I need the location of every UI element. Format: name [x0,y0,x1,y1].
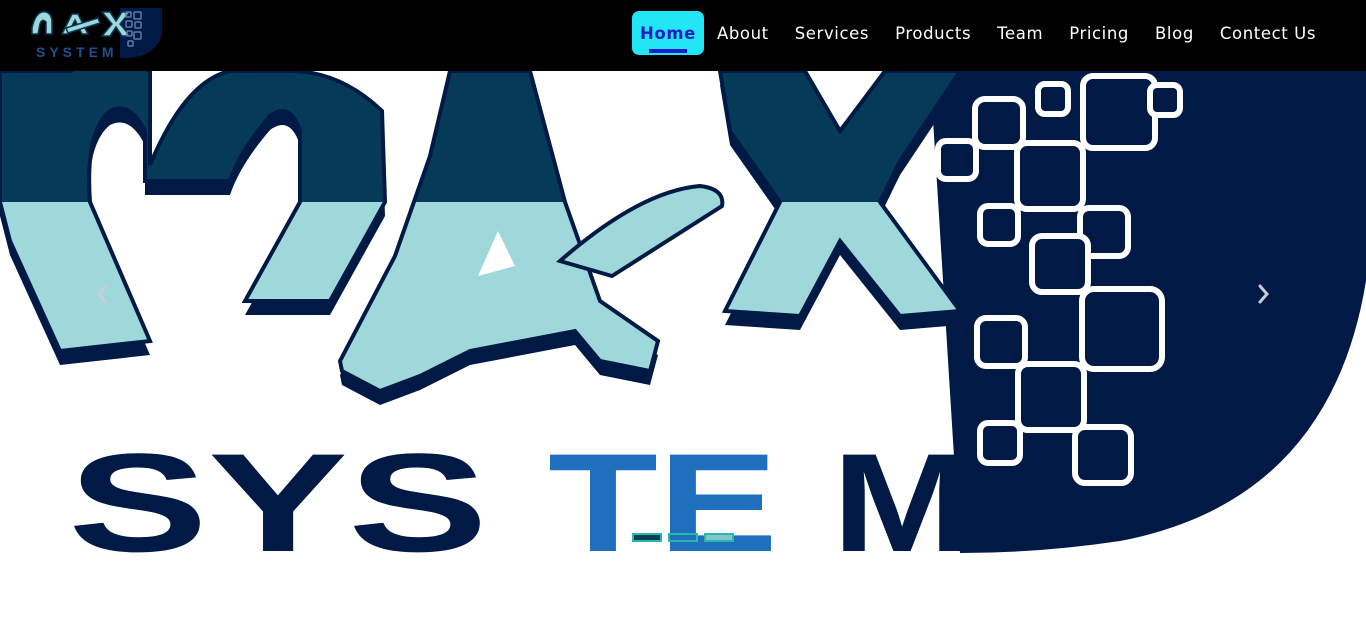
svg-text:SYS: SYS [68,424,488,553]
nav-pricing-label: Pricing [1069,23,1130,43]
navbar: SYSTEM Home About Services Products Team… [0,0,1366,71]
hero-logo-image: SYS TE M [0,71,1366,553]
svg-text:M: M [832,424,972,553]
chevron-right-icon [1258,284,1269,304]
nav-blog[interactable]: Blog [1142,11,1207,55]
carousel-prev-button[interactable] [72,271,132,317]
nav-menu: Home About Services Products Team Pricin… [632,11,1329,55]
nav-products[interactable]: Products [882,11,984,55]
brand-text: SYSTEM [36,44,118,60]
nav-products-label: Products [895,23,972,43]
carousel-next-button[interactable] [1234,271,1294,317]
nav-team[interactable]: Team [984,11,1056,55]
nav-home-label: Home [640,23,696,43]
carousel-indicators [632,533,734,542]
nav-about[interactable]: About [704,11,782,55]
nav-blog-label: Blog [1155,23,1194,43]
nav-contact-label: Contect Us [1219,23,1317,43]
nav-about-label: About [716,23,769,43]
chevron-left-icon [97,284,108,304]
active-underline [649,49,687,53]
hero-carousel: SYS TE M [0,71,1366,553]
nav-team-label: Team [997,23,1044,43]
carousel-indicator-2[interactable] [668,533,698,542]
nav-services[interactable]: Services [782,11,882,55]
carousel-indicator-1[interactable] [632,533,662,542]
nav-home[interactable]: Home [632,11,704,55]
nav-pricing[interactable]: Pricing [1056,11,1142,55]
nav-contact[interactable]: Contect Us [1207,11,1329,55]
carousel-indicator-3[interactable] [704,533,734,542]
nav-services-label: Services [794,23,870,43]
brand-logo[interactable]: SYSTEM [28,4,168,62]
